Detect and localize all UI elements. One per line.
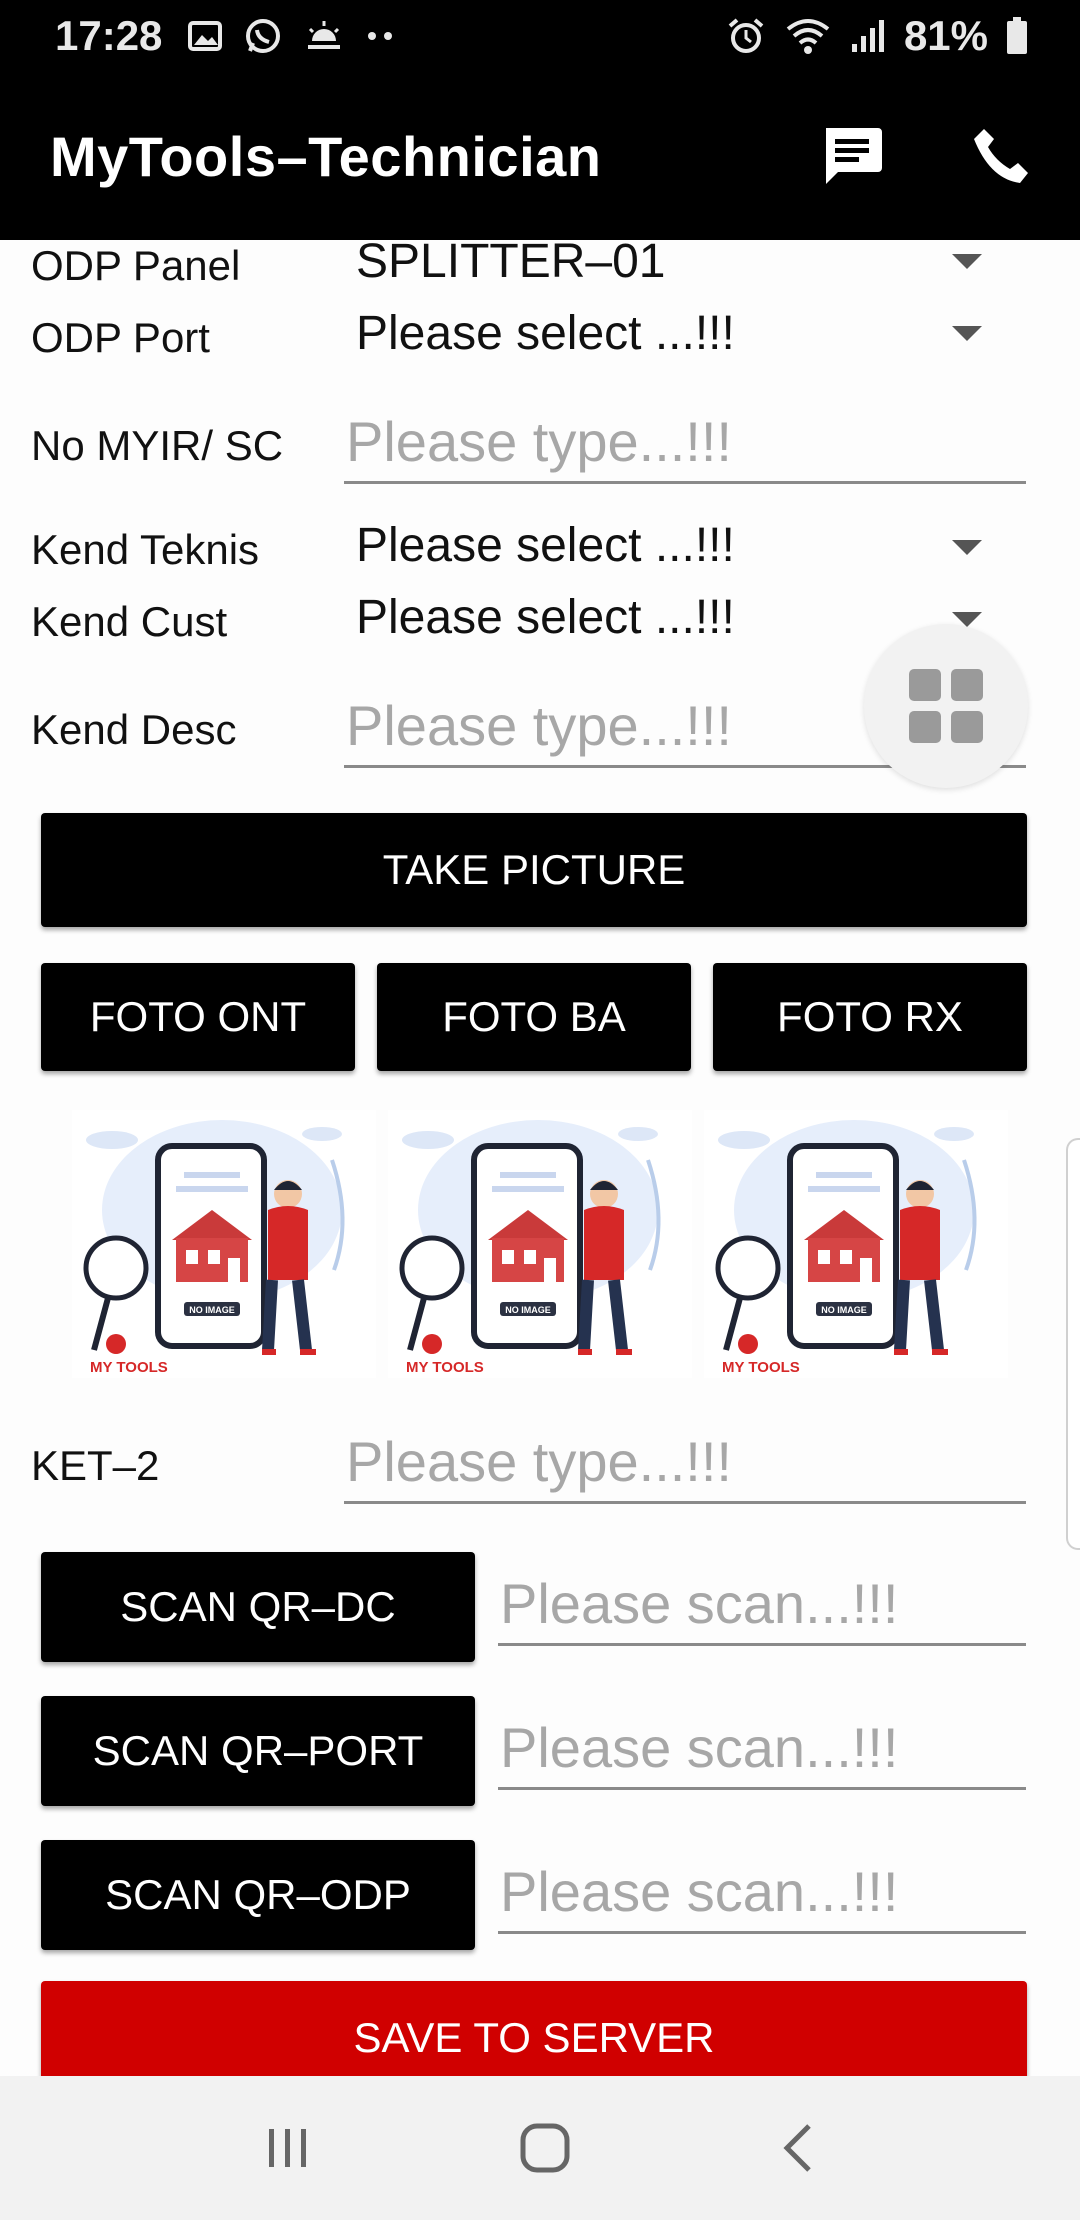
odp-port-select[interactable]: Please select ...!!! (356, 306, 996, 366)
brand-text: MY TOOLS (722, 1359, 800, 1376)
odp-panel-value: SPLITTER–01 (356, 240, 666, 288)
system-nav-bar (0, 2076, 1080, 2220)
scan-odp-input[interactable]: Please scan...!!! (498, 1856, 1026, 1934)
odp-port-value: Please select ...!!! (356, 307, 735, 360)
no-image-text: NO IMAGE (189, 1305, 235, 1315)
app-bar: MyTools–Technician (0, 72, 1080, 240)
home-icon[interactable] (519, 2122, 571, 2174)
recent-apps-icon[interactable] (263, 2123, 313, 2173)
kend-cust-label: Kend Cust (31, 598, 228, 645)
ket2-label: KET–2 (31, 1442, 160, 1489)
kend-desc-label: Kend Desc (31, 706, 237, 753)
edge-panel-handle[interactable] (1066, 1138, 1080, 1550)
no-image-illustration: NO IMAGE MY TOOLS (715, 1120, 977, 1376)
take-picture-button[interactable]: TAKE PICTURE (41, 813, 1027, 927)
gallery-icon (188, 21, 223, 51)
scan-port-input[interactable]: Please scan...!!! (498, 1712, 1026, 1790)
app-title: MyTools–Technician (50, 124, 602, 188)
no-image-text: NO IMAGE (821, 1305, 867, 1315)
kend-teknis-value: Please select ...!!! (356, 519, 735, 572)
more-dots-icon (368, 32, 393, 40)
odp-panel-caret-icon[interactable] (952, 254, 982, 269)
foto-ont-button[interactable]: FOTO ONT (41, 963, 355, 1071)
scan-dc-input[interactable]: Please scan...!!! (498, 1568, 1026, 1646)
kend-teknis-select[interactable]: Please select ...!!! (356, 518, 996, 578)
alarm-icon (728, 18, 764, 53)
photo-ba-placeholder[interactable]: NO IMAGE MY TOOLS (388, 1110, 692, 1378)
photo-ont-placeholder[interactable]: NO IMAGE MY TOOLS (72, 1110, 376, 1378)
no-myir-label: No MYIR/ SC (31, 422, 284, 469)
foto-rx-button[interactable]: FOTO RX (713, 963, 1027, 1071)
no-image-text: NO IMAGE (505, 1305, 551, 1315)
battery-percent: 81% (903, 12, 988, 59)
form-content: ODP Panel SPLITTER–01 ODP Port Please se… (0, 240, 1080, 2076)
kend-teknis-label: Kend Teknis (31, 526, 260, 573)
no-myir-input[interactable]: Please type...!!! (344, 406, 1026, 484)
foto-ba-button[interactable]: FOTO BA (377, 963, 691, 1071)
whatsapp-icon (246, 19, 281, 53)
scan-qr-port-button[interactable]: SCAN QR–PORT (41, 1696, 475, 1806)
status-icons-right: 81% (726, 12, 1028, 60)
wifi-icon (786, 19, 830, 54)
message-icon[interactable] (820, 124, 884, 188)
brand-text: MY TOOLS (90, 1359, 168, 1376)
weather-icon (308, 21, 341, 49)
floating-menu-button[interactable] (864, 624, 1028, 788)
photo-rx-placeholder[interactable]: NO IMAGE MY TOOLS (704, 1110, 1008, 1378)
status-time: 17:28 (55, 12, 163, 59)
no-image-illustration: NO IMAGE MY TOOLS (399, 1120, 661, 1376)
scan-qr-dc-button[interactable]: SCAN QR–DC (41, 1552, 475, 1662)
status-bar: 17:28 81% (0, 0, 1080, 72)
scan-qr-odp-button[interactable]: SCAN QR–ODP (41, 1840, 475, 1950)
signal-icon (851, 20, 884, 52)
phone-icon[interactable] (972, 127, 1030, 185)
ket2-input[interactable]: Please type...!!! (344, 1426, 1026, 1504)
back-icon[interactable] (777, 2122, 817, 2174)
battery-icon (1007, 17, 1027, 54)
odp-panel-select[interactable]: SPLITTER–01 (356, 240, 996, 294)
odp-panel-label: ODP Panel (31, 242, 241, 289)
save-to-server-button[interactable]: SAVE TO SERVER (41, 1981, 1027, 2076)
kend-cust-value: Please select ...!!! (356, 591, 735, 644)
odp-port-caret-icon[interactable] (952, 326, 982, 341)
status-icons-left (188, 17, 396, 55)
kend-teknis-caret-icon[interactable] (952, 540, 982, 555)
app-actions (820, 124, 1030, 188)
brand-text: MY TOOLS (406, 1359, 484, 1376)
no-image-illustration: NO IMAGE MY TOOLS (83, 1120, 345, 1376)
odp-port-label: ODP Port (31, 314, 210, 361)
grid-icon (909, 669, 983, 743)
